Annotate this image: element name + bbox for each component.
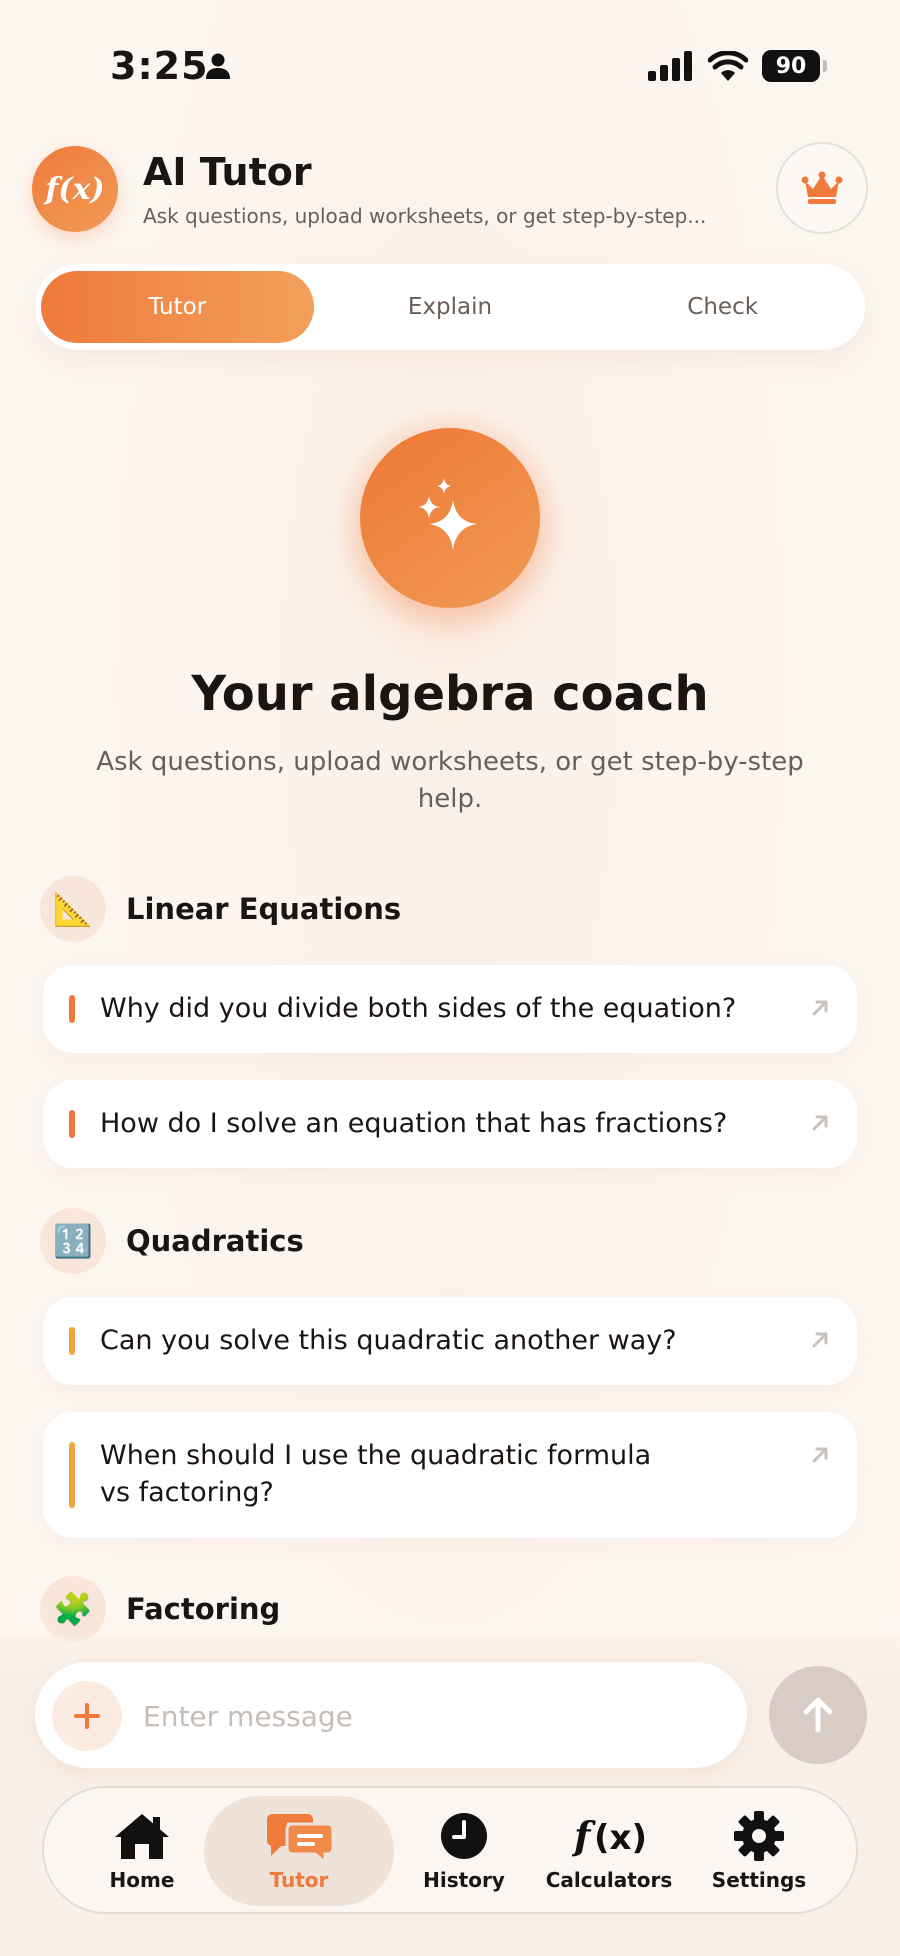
svg-text:f: f	[572, 1813, 596, 1858]
message-composer	[35, 1662, 747, 1768]
page-title: AI Tutor	[143, 150, 312, 194]
arrow-up-right-icon	[812, 1332, 828, 1348]
section-title: Quadratics	[126, 1224, 304, 1258]
tab-history[interactable]: History	[404, 1796, 524, 1906]
prompt-card[interactable]: Why did you divide both sides of the equ…	[43, 965, 857, 1053]
bottom-tab-bar: Home Tutor History f (x) Calculators Set…	[42, 1786, 858, 1914]
send-button[interactable]	[769, 1666, 867, 1764]
signal-icon	[648, 51, 692, 81]
app-logo: f(x)	[32, 146, 118, 232]
gear-icon	[733, 1810, 785, 1862]
tab-label: Settings	[711, 1868, 807, 1892]
section-title: Factoring	[126, 1592, 281, 1626]
tab-calculators[interactable]: f (x) Calculators	[534, 1796, 684, 1906]
battery-indicator: 90	[762, 50, 827, 82]
tab-check[interactable]: Check	[586, 271, 859, 343]
prompt-text: When should I use the quadratic formula …	[100, 1440, 652, 1508]
arrow-up-icon	[803, 1697, 833, 1733]
prompt-card[interactable]: When should I use the quadratic formula …	[43, 1412, 857, 1538]
triangle-ruler-icon: 📐	[40, 876, 106, 942]
prompt-text: Why did you divide both sides of the equ…	[100, 993, 737, 1024]
section-factoring: 🧩 Factoring	[40, 1576, 280, 1642]
prompt-text: How do I solve an equation that has frac…	[100, 1108, 728, 1139]
page-subtitle: Ask questions, upload worksheets, or get…	[143, 204, 707, 228]
tab-label: Home	[109, 1868, 175, 1892]
tab-tutor-nav[interactable]: Tutor	[204, 1796, 394, 1906]
prompt-card[interactable]: Can you solve this quadratic another way…	[43, 1297, 857, 1385]
arrow-up-right-icon	[812, 1000, 828, 1016]
accent-bar	[69, 1442, 75, 1508]
prompt-card[interactable]: How do I solve an equation that has frac…	[43, 1080, 857, 1168]
home-icon	[112, 1810, 172, 1862]
section-quadratics: 🔢 Quadratics	[40, 1208, 304, 1274]
hero-badge	[360, 428, 540, 608]
hero-subtitle: Ask questions, upload worksheets, or get…	[96, 747, 804, 814]
app-screen: 3:25 90 f(x) AI Tutor Ask questions, upl…	[0, 0, 900, 1956]
section-linear-equations: 📐 Linear Equations	[40, 876, 401, 942]
mode-segmented-control: Tutor Explain Check	[35, 264, 865, 350]
attach-button[interactable]	[52, 1681, 122, 1751]
person-icon	[206, 53, 230, 79]
clock-icon	[439, 1810, 489, 1862]
accent-bar	[69, 1110, 75, 1138]
premium-button[interactable]	[776, 142, 868, 234]
header: f(x) AI Tutor Ask questions, upload work…	[32, 142, 868, 242]
wifi-icon	[708, 51, 748, 81]
tab-tutor[interactable]: Tutor	[41, 271, 314, 343]
status-bar: 3:25 90	[0, 40, 900, 90]
tab-label: Calculators	[545, 1868, 673, 1892]
hero-title: Your algebra coach	[191, 666, 709, 722]
function-icon: f (x)	[572, 1810, 646, 1862]
accent-bar	[69, 1327, 75, 1355]
message-input[interactable]	[143, 1692, 703, 1740]
svg-text:(x): (x)	[594, 1818, 646, 1858]
plus-icon	[74, 1703, 100, 1729]
section-title: Linear Equations	[126, 892, 402, 926]
sparkles-icon	[418, 478, 477, 550]
tab-explain[interactable]: Explain	[314, 271, 587, 343]
tab-home[interactable]: Home	[82, 1796, 202, 1906]
crown-icon	[801, 171, 843, 204]
arrow-up-right-icon	[812, 1447, 828, 1463]
prompt-text: Can you solve this quadratic another way…	[100, 1325, 677, 1356]
tab-label: History	[423, 1868, 505, 1892]
status-indicators: 90	[648, 50, 827, 82]
status-time: 3:25	[110, 44, 209, 88]
chat-icon	[263, 1810, 335, 1862]
arrow-up-right-icon	[812, 1115, 828, 1131]
puzzle-icon: 🧩	[40, 1576, 106, 1642]
numbers-icon: 🔢	[40, 1208, 106, 1274]
tab-label: Tutor	[269, 1868, 329, 1892]
tab-settings[interactable]: Settings	[694, 1796, 824, 1906]
accent-bar	[69, 995, 75, 1023]
